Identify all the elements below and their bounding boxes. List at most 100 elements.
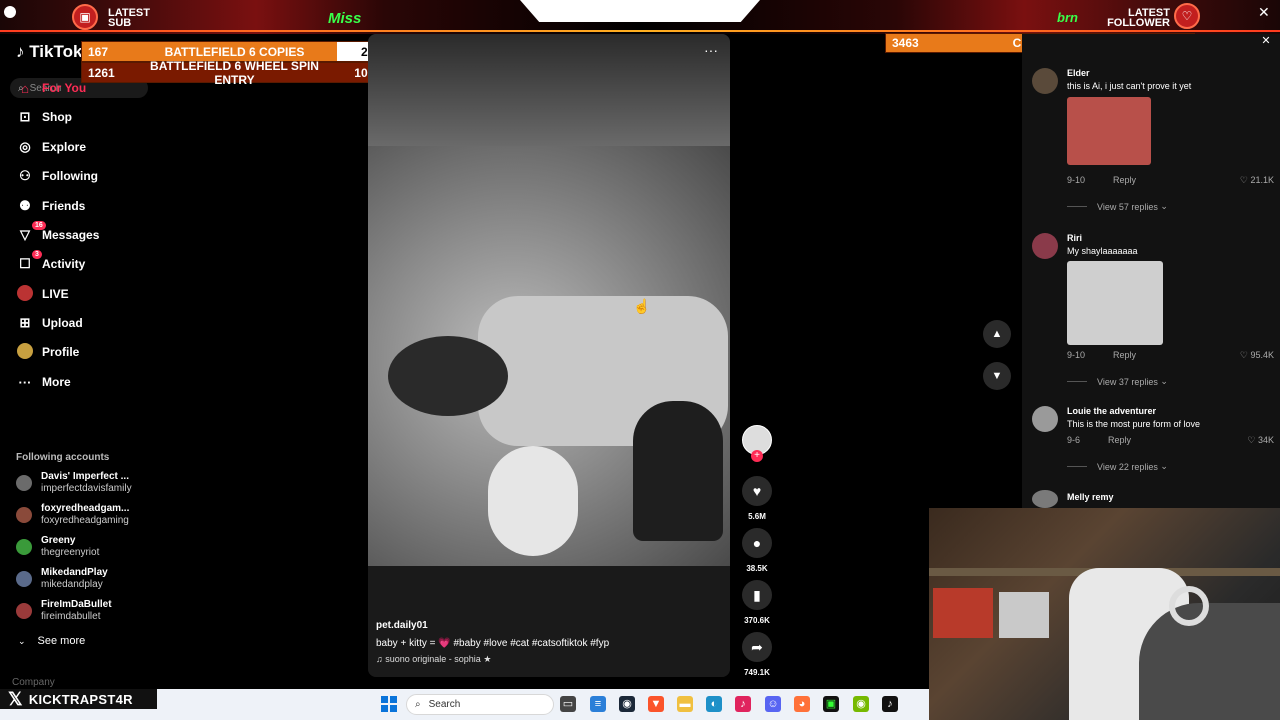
discord-icon[interactable]: ☺ bbox=[765, 696, 781, 712]
comment-likes[interactable]: ♡ 95.4K bbox=[1240, 350, 1274, 361]
sidebar-item-label: Activity bbox=[42, 257, 86, 271]
save-button[interactable]: ▮ 370.6K bbox=[741, 580, 773, 625]
more-icon: ··· bbox=[18, 374, 32, 390]
x-logo-icon: 𝕏 bbox=[8, 688, 23, 709]
close-comments-icon[interactable]: ✕ bbox=[1258, 34, 1274, 50]
follow-plus-icon[interactable]: + bbox=[751, 450, 763, 462]
sidebar-item-live[interactable]: LIVE bbox=[16, 284, 69, 304]
account-item[interactable]: MikedandPlay mikedandplay bbox=[16, 566, 108, 592]
account-item[interactable]: foxyredheadgam... foxyredheadgaming bbox=[16, 502, 129, 528]
sidebar-item-following[interactable]: ⚇ Following bbox=[16, 166, 98, 186]
heart-outline-icon: ♡ bbox=[1239, 350, 1248, 360]
sidebar-item-label: Shop bbox=[42, 110, 72, 124]
reply-button[interactable]: Reply bbox=[1113, 350, 1136, 360]
comment-user[interactable]: Elder bbox=[1067, 68, 1090, 78]
comment-user[interactable]: Louie the adventurer bbox=[1067, 406, 1156, 416]
previous-video-button[interactable]: ▲ bbox=[983, 320, 1011, 348]
nvidia-icon[interactable]: ◉ bbox=[853, 696, 869, 712]
sidebar-item-label: Profile bbox=[42, 345, 80, 359]
close-icon[interactable]: ✕ bbox=[1258, 4, 1270, 21]
sidebar-item-for-you[interactable]: ⌂ For You bbox=[16, 78, 86, 98]
video-description: baby + kitty = 💗 #baby #love #cat #catso… bbox=[376, 638, 610, 649]
sidebar-item-profile[interactable]: Profile bbox=[16, 342, 79, 362]
sidebar-item-label: Upload bbox=[42, 316, 83, 330]
mouse-cursor-icon: ☝ bbox=[633, 298, 651, 314]
live-icon bbox=[16, 284, 34, 304]
sidebar: ♪ TikTok ⌕ Search bbox=[0, 34, 160, 694]
sidebar-item-messages[interactable]: ▽ 16 Messages bbox=[16, 221, 99, 245]
avatar bbox=[16, 603, 32, 619]
sidebar-item-more[interactable]: ··· More bbox=[16, 372, 71, 392]
avatar[interactable] bbox=[1032, 406, 1058, 432]
divider bbox=[1067, 381, 1087, 382]
profile-icon bbox=[16, 342, 34, 362]
more-options-icon[interactable]: ··· bbox=[704, 42, 718, 58]
comment-button[interactable]: ● 38.5K bbox=[741, 528, 773, 573]
video-author[interactable]: pet.daily01 bbox=[376, 620, 726, 631]
comment-user[interactable]: Riri bbox=[1067, 233, 1082, 243]
comment-date: 9-10 bbox=[1067, 175, 1086, 185]
bookmark-icon: ▮ bbox=[742, 580, 772, 610]
comment-user[interactable]: Melly remy bbox=[1067, 492, 1114, 502]
tiktok-active-icon[interactable]: ♪ bbox=[882, 696, 898, 712]
terminal-icon[interactable]: ▣ bbox=[823, 696, 839, 712]
tiktok-logo[interactable]: ♪ TikTok bbox=[16, 42, 82, 62]
comment-image[interactable] bbox=[1067, 261, 1163, 345]
upload-icon: ⊞ bbox=[19, 315, 31, 330]
tiktok-logo-icon: ♪ bbox=[16, 42, 25, 61]
heart-outline-icon: ♡ bbox=[1247, 435, 1256, 445]
like-button[interactable]: ♥ 5.6M bbox=[741, 476, 773, 521]
view-replies-button[interactable]: View 22 replies ⌄ bbox=[1067, 461, 1168, 472]
view-replies-button[interactable]: View 37 replies ⌄ bbox=[1067, 376, 1168, 387]
video-music[interactable]: ♫ suono originale - sophia ★ bbox=[376, 654, 726, 665]
avatar[interactable] bbox=[1032, 233, 1058, 259]
video-player[interactable]: ··· bbox=[368, 34, 730, 677]
comment-image[interactable] bbox=[1067, 97, 1151, 165]
company-link[interactable]: Company bbox=[12, 677, 55, 688]
sidebar-item-shop[interactable]: ⊡ Shop bbox=[16, 107, 72, 127]
firefox-icon[interactable]: ◕ bbox=[794, 696, 810, 712]
next-video-button[interactable]: ▼ bbox=[983, 362, 1011, 390]
account-item[interactable]: FireImDaBullet fireimdabullet bbox=[16, 598, 112, 624]
sidebar-item-activity[interactable]: ☐ 3 Activity bbox=[16, 250, 86, 274]
account-handle: mikedandplay bbox=[41, 579, 103, 590]
sidebar-item-friends[interactable]: ⚉ Friends bbox=[16, 196, 85, 216]
sidebar-item-label: More bbox=[42, 375, 71, 389]
sidebar-item-label: Following bbox=[42, 169, 98, 183]
brave-icon[interactable]: ▼ bbox=[648, 696, 664, 712]
shop-icon: ⊡ bbox=[19, 109, 31, 124]
taskbar-search[interactable]: ⌕ Search bbox=[406, 694, 554, 715]
messages-badge: 16 bbox=[32, 221, 46, 230]
reply-button[interactable]: Reply bbox=[1113, 175, 1136, 185]
view-replies-button[interactable]: View 57 replies ⌄ bbox=[1067, 201, 1168, 212]
share-button[interactable]: ➦ 749.1K bbox=[741, 632, 773, 677]
overlay-center-panel bbox=[520, 0, 760, 22]
avatar[interactable] bbox=[1032, 68, 1058, 94]
comment-count: 38.5K bbox=[746, 564, 768, 573]
folder-icon[interactable]: ▬ bbox=[677, 696, 693, 712]
comment-likes[interactable]: ♡ 34K bbox=[1247, 435, 1274, 446]
tiktok-app-icon[interactable]: ♪ bbox=[735, 696, 751, 712]
notepad-icon[interactable]: ≡ bbox=[590, 696, 606, 712]
edge-icon[interactable]: ◐ bbox=[706, 696, 722, 712]
windows-start-icon[interactable] bbox=[381, 696, 397, 712]
account-handle: thegreenyriot bbox=[41, 547, 100, 558]
comment-likes[interactable]: ♡ 21.1K bbox=[1240, 175, 1274, 186]
avatar[interactable] bbox=[1032, 490, 1058, 508]
comment-meta: 9-6 Reply bbox=[1067, 435, 1159, 445]
task-view-icon[interactable]: ▭ bbox=[560, 696, 576, 712]
activity-badge: 3 bbox=[32, 250, 42, 259]
shoe-box-shape bbox=[999, 592, 1049, 638]
search-icon: ⌕ bbox=[415, 699, 421, 710]
steam-icon[interactable]: ◉ bbox=[619, 696, 635, 712]
sidebar-item-upload[interactable]: ⊞ Upload bbox=[16, 313, 83, 333]
account-handle: fireimdabullet bbox=[41, 611, 101, 622]
sidebar-item-explore[interactable]: ◎ Explore bbox=[16, 137, 86, 157]
account-item[interactable]: Davis' Imperfect ... imperfectdavisfamily bbox=[16, 470, 132, 496]
tiktok-corner-icon bbox=[4, 6, 16, 18]
account-item[interactable]: Greeny thegreenyriot bbox=[16, 534, 99, 560]
home-icon: ⌂ bbox=[21, 80, 29, 96]
reply-button[interactable]: Reply bbox=[1108, 435, 1131, 445]
account-handle: foxyredheadgaming bbox=[41, 515, 129, 526]
see-more-button[interactable]: ⌄ See more bbox=[18, 635, 85, 647]
